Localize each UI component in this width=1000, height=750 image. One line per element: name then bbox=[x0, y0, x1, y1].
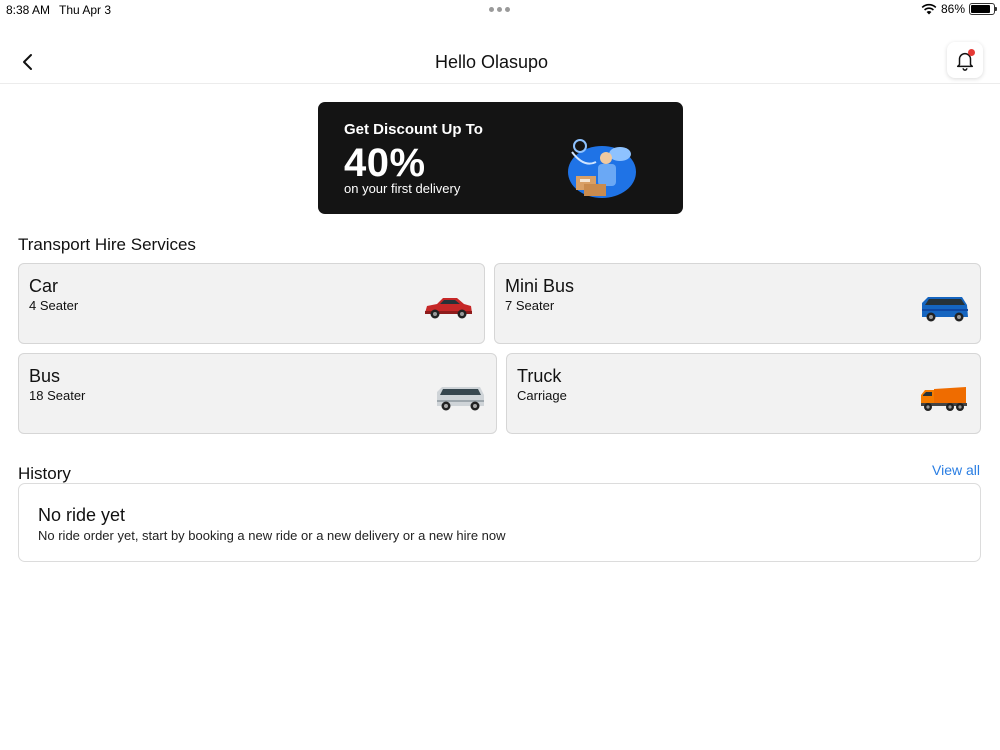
status-indicators: 86% bbox=[921, 2, 997, 16]
service-name: Truck bbox=[517, 366, 562, 386]
service-card-bus[interactable]: Bus 18 Seater bbox=[18, 353, 497, 434]
promo-headline: Get Discount Up To bbox=[344, 121, 483, 138]
service-capacity: 18 Seater bbox=[29, 388, 86, 403]
empty-state-title: No ride yet bbox=[38, 505, 126, 525]
delivery-courier-illustration bbox=[568, 139, 636, 198]
page-title: Hello Olasupo bbox=[434, 52, 549, 72]
promo-subtext: on your first delivery bbox=[344, 181, 461, 196]
blue-minibus-icon bbox=[922, 297, 968, 322]
empty-state-description: No ride order yet, start by booking a ne… bbox=[38, 528, 506, 543]
service-capacity: 7 Seater bbox=[505, 298, 555, 313]
service-capacity: 4 Seater bbox=[29, 298, 79, 313]
multitasking-dots-icon[interactable] bbox=[489, 7, 510, 12]
status-bar: 8:38 AM Thu Apr 3 86% bbox=[0, 0, 1000, 20]
status-time: 8:38 AM bbox=[6, 3, 51, 17]
service-name: Bus bbox=[29, 366, 61, 386]
services-section-title: Transport Hire Services bbox=[18, 235, 196, 254]
silver-van-icon bbox=[437, 387, 484, 411]
wifi-icon bbox=[921, 3, 937, 15]
service-capacity: Carriage bbox=[517, 388, 567, 403]
promo-banner[interactable]: Get Discount Up To 40% on your first del… bbox=[318, 102, 683, 214]
notification-button[interactable] bbox=[947, 42, 983, 78]
battery-icon bbox=[969, 3, 997, 15]
orange-truck-icon bbox=[921, 387, 967, 411]
service-name: Car bbox=[29, 276, 59, 296]
promo-percent: 40% bbox=[344, 141, 426, 185]
view-all-link[interactable]: View all bbox=[932, 462, 980, 478]
service-card-car[interactable]: Car 4 Seater bbox=[18, 263, 485, 344]
battery-percent: 86% bbox=[940, 2, 965, 16]
service-card-truck[interactable]: Truck Carriage bbox=[506, 353, 981, 434]
red-car-icon bbox=[425, 298, 472, 319]
notification-dot bbox=[968, 49, 975, 56]
nav-header: Hello Olasupo bbox=[0, 40, 1000, 84]
history-empty-card: No ride yet No ride order yet, start by … bbox=[18, 483, 981, 562]
history-section-title: History bbox=[18, 464, 71, 483]
status-date: Thu Apr 3 bbox=[59, 3, 112, 17]
service-card-mini-bus[interactable]: Mini Bus 7 Seater bbox=[494, 263, 981, 344]
battery-level bbox=[971, 5, 990, 13]
service-name: Mini Bus bbox=[505, 276, 575, 296]
